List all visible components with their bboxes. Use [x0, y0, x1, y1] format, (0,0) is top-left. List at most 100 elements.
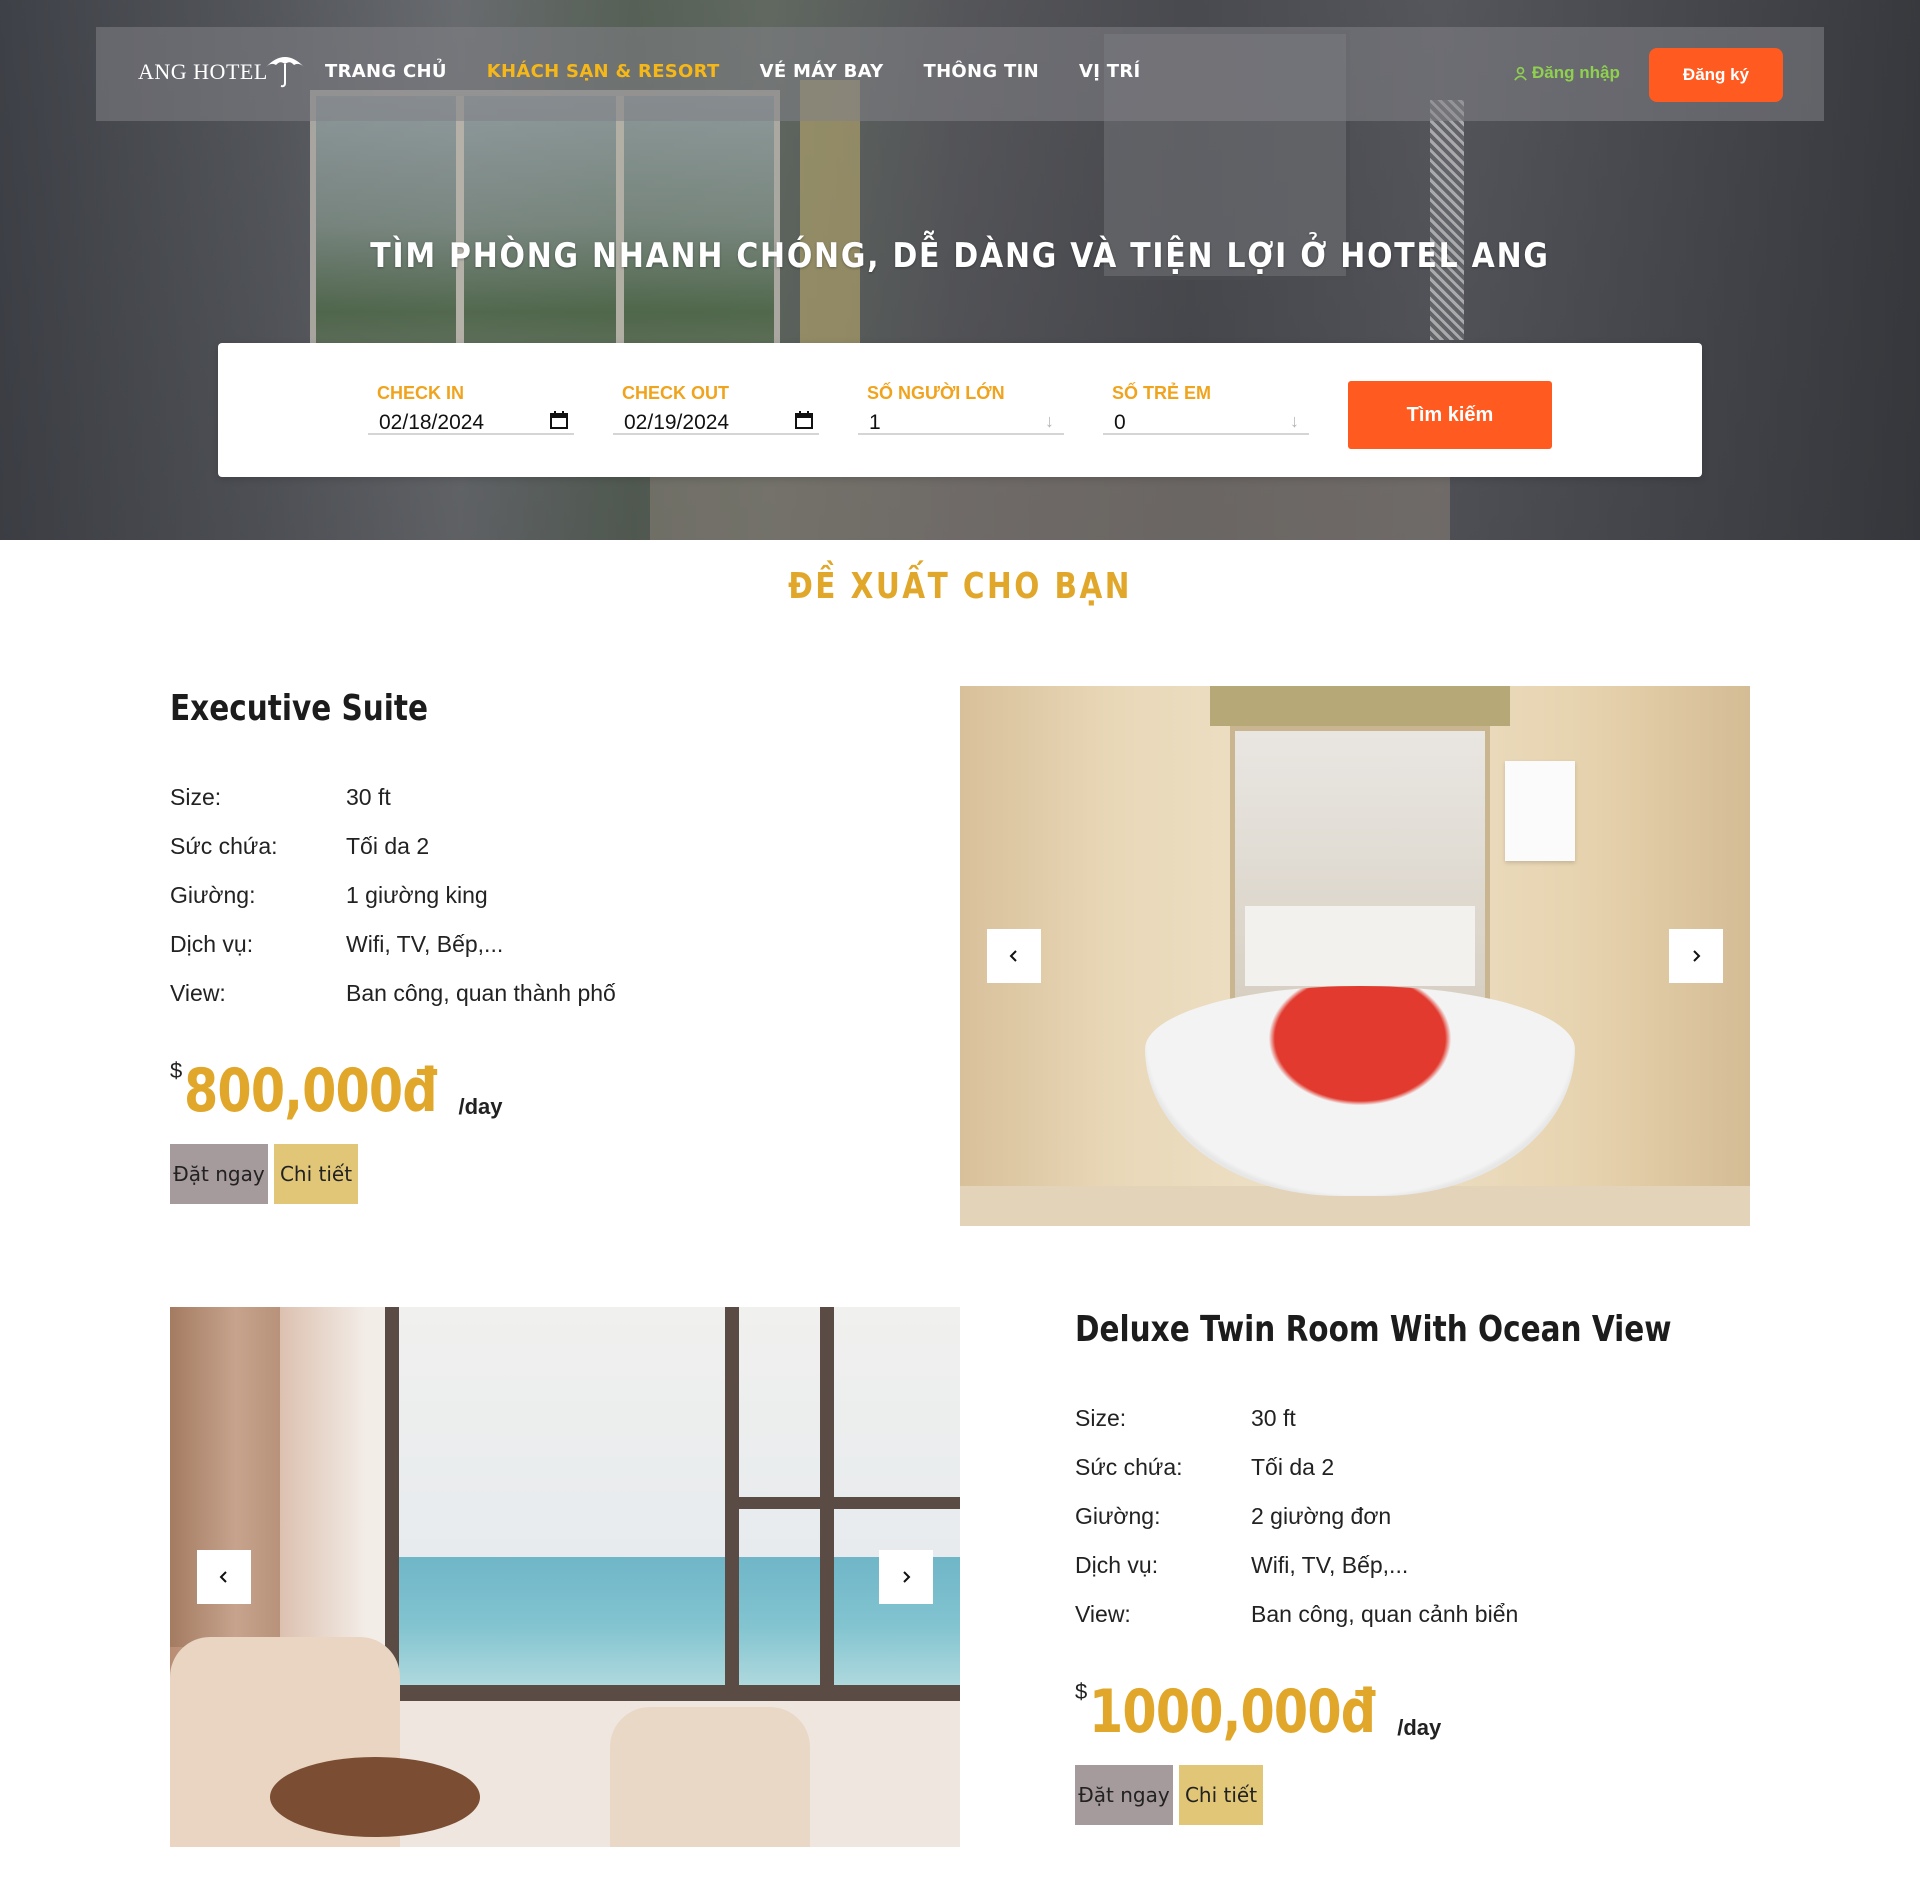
signup-button[interactable]: Đăng ký: [1649, 48, 1783, 102]
room-photo-carousel-deluxe-twin: [170, 1307, 960, 1847]
hero-photo-lamp: [1430, 100, 1464, 340]
logo[interactable]: ANG HOTEL: [138, 53, 308, 91]
spec-label: Giường:: [1075, 1503, 1161, 1529]
room-specs: Size: 30 ft Sức chứa: Tối da 2 Giường: 2…: [1075, 1394, 1803, 1639]
room-name: Executive Suite: [170, 688, 429, 729]
check-in-field[interactable]: CHECK IN 02/18/2024: [368, 383, 574, 435]
spec-value: Wifi, TV, Bếp,...: [1251, 1552, 1409, 1578]
spec-row: View: Ban công, quan cảnh biển: [1075, 1590, 1803, 1639]
adults-value[interactable]: 1: [869, 411, 881, 435]
spec-row: Giường: 1 giường king: [170, 871, 616, 920]
calendar-icon[interactable]: [793, 409, 815, 431]
spec-value: 1 giường king: [346, 882, 488, 908]
photo-detail: [725, 1497, 960, 1509]
nav-link-flights[interactable]: VÉ MÁY BAY: [760, 61, 884, 82]
umbrella-icon: [265, 57, 304, 88]
spec-label: Dịch vụ:: [170, 931, 254, 957]
check-out-field[interactable]: CHECK OUT 02/19/2024: [613, 383, 819, 435]
spec-label: View:: [1075, 1601, 1131, 1627]
photo-detail: [1505, 761, 1575, 861]
photo-detail: [1145, 986, 1575, 1196]
children-value[interactable]: 0: [1114, 411, 1126, 435]
price-amount: 800,000đ: [184, 1056, 438, 1126]
chevron-left-icon: [219, 1571, 227, 1583]
room-actions: Đặt ngay Chi tiết: [1075, 1765, 1803, 1825]
check-out-value[interactable]: 02/19/2024: [624, 411, 729, 435]
spec-row: Size: 30 ft: [1075, 1394, 1803, 1443]
spec-row: Dịch vụ: Wifi, TV, Bếp,...: [170, 920, 616, 969]
carousel-next-button[interactable]: [1669, 929, 1723, 983]
nav-link-hotels-resorts[interactable]: KHÁCH SẠN & RESORT: [487, 61, 720, 82]
carousel-prev-button[interactable]: [197, 1550, 251, 1604]
photo-detail: [1210, 686, 1510, 726]
top-navbar: ANG HOTEL TRANG CHỦ KHÁCH SẠN & RESORT V…: [96, 27, 1824, 121]
spec-row: View: Ban công, quan thành phố: [170, 969, 616, 1018]
spec-row: Sức chứa: Tối da 2: [1075, 1443, 1803, 1492]
spec-value: 2 giường đơn: [1251, 1503, 1392, 1529]
room-card-deluxe-twin: Deluxe Twin Room With Ocean View Size: 3…: [1075, 1309, 1803, 1825]
user-icon: [1514, 66, 1527, 81]
check-out-label: CHECK OUT: [622, 383, 729, 403]
price-amount: 1000,000đ: [1089, 1677, 1376, 1747]
photo-detail: [385, 1685, 960, 1701]
spec-label: View:: [170, 980, 226, 1006]
spec-row: Giường: 2 giường đơn: [1075, 1492, 1803, 1541]
spec-label: Sức chứa:: [170, 833, 278, 859]
price-currency: $: [170, 1058, 183, 1083]
hero-banner: ANG HOTEL TRANG CHỦ KHÁCH SẠN & RESORT V…: [0, 0, 1920, 540]
spec-label: Sức chứa:: [1075, 1454, 1183, 1480]
adults-label: SỐ NGƯỜI LỚN: [867, 383, 1005, 403]
calendar-icon[interactable]: [548, 409, 570, 431]
book-now-button[interactable]: Đặt ngay: [170, 1144, 268, 1204]
chevron-right-icon: [1693, 950, 1701, 962]
room-price: $ 1000,000đ /day: [1075, 1677, 1803, 1747]
room-specs: Size: 30 ft Sức chứa: Tối da 2 Giường: 1…: [170, 773, 616, 1018]
details-button[interactable]: Chi tiết: [1179, 1765, 1263, 1825]
nav-link-location[interactable]: VỊ TRÍ: [1079, 61, 1141, 82]
spec-label: Size:: [170, 784, 222, 810]
check-in-value[interactable]: 02/18/2024: [379, 411, 484, 435]
spec-row: Size: 30 ft: [170, 773, 616, 822]
login-label: Đăng nhập: [1532, 63, 1620, 82]
logo-text: ANG HOTEL: [138, 59, 268, 84]
carousel-prev-button[interactable]: [987, 929, 1041, 983]
arrow-down-icon[interactable]: ↓: [1045, 411, 1054, 432]
adults-field[interactable]: SỐ NGƯỜI LỚN 1 ↓: [858, 383, 1064, 435]
photo-detail: [390, 1307, 960, 1557]
price-unit: /day: [458, 1094, 503, 1119]
spec-value: Tối da 2: [1251, 1454, 1335, 1480]
search-button[interactable]: Tìm kiếm: [1348, 381, 1552, 449]
spec-label: Giường:: [170, 882, 256, 908]
photo-detail: [1245, 906, 1475, 986]
carousel-next-button[interactable]: [879, 1550, 933, 1604]
spec-value: Ban công, quan cảnh biển: [1251, 1601, 1519, 1627]
spec-label: Dịch vụ:: [1075, 1552, 1159, 1578]
hero-title: TÌM PHÒNG NHANH CHÓNG, DỄ DÀNG VÀ TIỆN L…: [370, 236, 1550, 276]
room-name: Deluxe Twin Room With Ocean View: [1075, 1309, 1672, 1350]
details-button[interactable]: Chi tiết: [274, 1144, 358, 1204]
price-unit: /day: [1397, 1715, 1442, 1740]
section-title: ĐỀ XUẤT CHO BẠN: [788, 566, 1132, 607]
check-in-label: CHECK IN: [377, 383, 465, 403]
photo-detail: [610, 1707, 810, 1847]
nav-links: TRANG CHỦ KHÁCH SẠN & RESORT VÉ MÁY BAY …: [325, 61, 1181, 82]
spec-value: Ban công, quan thành phố: [346, 980, 616, 1006]
room-price: $ 800,000đ /day: [170, 1056, 616, 1126]
book-now-button[interactable]: Đặt ngay: [1075, 1765, 1173, 1825]
spec-label: Size:: [1075, 1405, 1127, 1431]
spec-value: 30 ft: [346, 784, 391, 810]
nav-link-home[interactable]: TRANG CHỦ: [325, 61, 447, 82]
children-label: SỐ TRẺ EM: [1112, 383, 1212, 403]
chevron-left-icon: [1009, 950, 1017, 962]
chevron-right-icon: [903, 1571, 911, 1583]
room-actions: Đặt ngay Chi tiết: [170, 1144, 616, 1204]
children-field[interactable]: SỐ TRẺ EM 0 ↓: [1103, 383, 1309, 435]
room-card-executive-suite: Executive Suite Size: 30 ft Sức chứa: Tố…: [170, 688, 616, 1204]
spec-value: Tối da 2: [346, 833, 430, 859]
arrow-down-icon[interactable]: ↓: [1290, 411, 1299, 432]
price-currency: $: [1075, 1679, 1088, 1704]
nav-link-info[interactable]: THÔNG TIN: [923, 61, 1039, 82]
login-link[interactable]: Đăng nhập: [1513, 63, 1620, 83]
photo-detail: [270, 1757, 480, 1837]
spec-value: Wifi, TV, Bếp,...: [346, 931, 504, 957]
